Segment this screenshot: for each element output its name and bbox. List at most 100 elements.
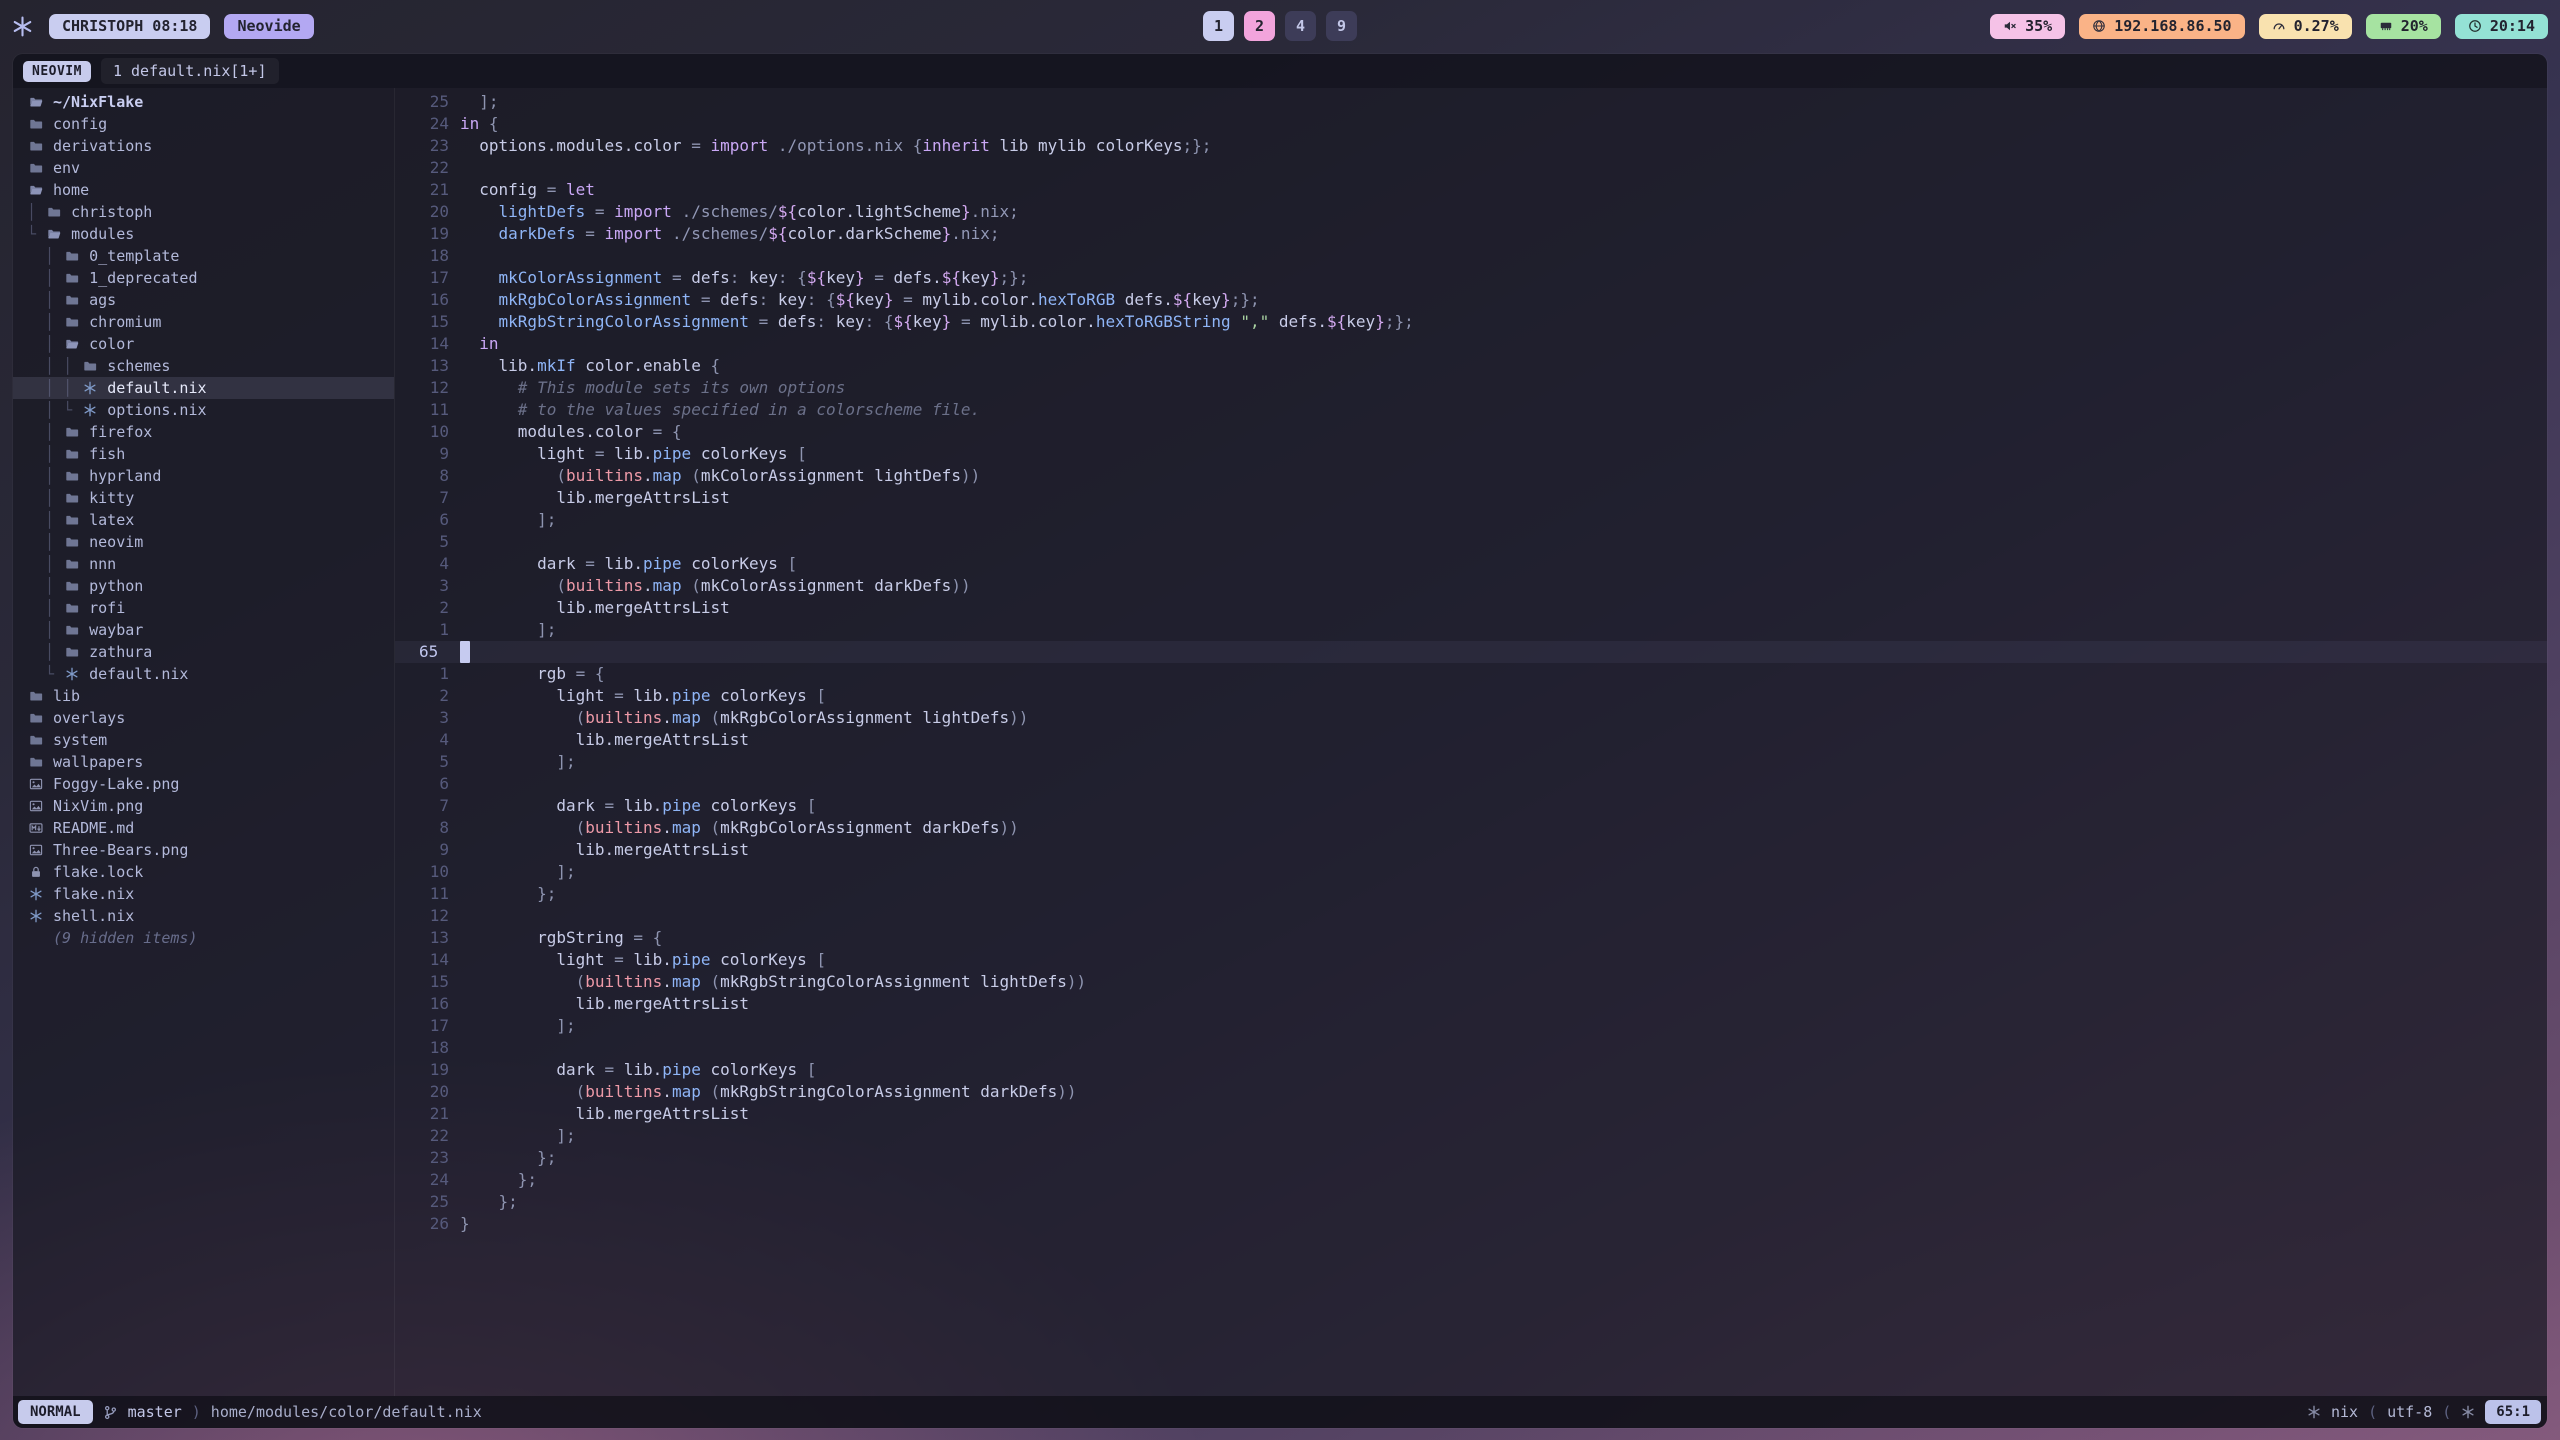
code-line[interactable]: 1 rgb = { bbox=[395, 663, 2547, 685]
code-line[interactable]: 25 ]; bbox=[395, 91, 2547, 113]
code-line[interactable]: 11 }; bbox=[395, 883, 2547, 905]
code-line[interactable]: 1 ]; bbox=[395, 619, 2547, 641]
tree-item-1_deprecated[interactable]: │ 1_deprecated bbox=[13, 267, 394, 289]
code-line[interactable]: 9 lib.mergeAttrsList bbox=[395, 839, 2547, 861]
tree-item-color[interactable]: │ color bbox=[13, 333, 394, 355]
code-line[interactable]: 12 # This module sets its own options bbox=[395, 377, 2547, 399]
code-line[interactable]: 10 modules.color = { bbox=[395, 421, 2547, 443]
tree-item-~-nixflake[interactable]: ~/NixFlake bbox=[13, 91, 394, 113]
code-line[interactable]: 20 lightDefs = import ./schemes/${color.… bbox=[395, 201, 2547, 223]
tree-item-readme.md[interactable]: README.md bbox=[13, 817, 394, 839]
workspace-button-1[interactable]: 1 bbox=[1203, 11, 1234, 41]
workspace-button-4[interactable]: 4 bbox=[1285, 11, 1316, 41]
tree-item-chromium[interactable]: │ chromium bbox=[13, 311, 394, 333]
tree-item-neovim[interactable]: │ neovim bbox=[13, 531, 394, 553]
code-line[interactable]: 21 config = let bbox=[395, 179, 2547, 201]
code-line[interactable]: 23 options.modules.color = import ./opti… bbox=[395, 135, 2547, 157]
code-line[interactable]: 25 }; bbox=[395, 1191, 2547, 1213]
tree-item-wallpapers[interactable]: wallpapers bbox=[13, 751, 394, 773]
code-line[interactable]: 5 ]; bbox=[395, 751, 2547, 773]
tree-item-lib[interactable]: lib bbox=[13, 685, 394, 707]
tree-item-label: firefox bbox=[89, 421, 152, 443]
workspace-button-2[interactable]: 2 bbox=[1244, 11, 1275, 41]
tree-item-modules[interactable]: └ modules bbox=[13, 223, 394, 245]
code-line[interactable]: 6 ]; bbox=[395, 509, 2547, 531]
code-line[interactable]: 24in { bbox=[395, 113, 2547, 135]
tree-item-foggy-lake.png[interactable]: Foggy-Lake.png bbox=[13, 773, 394, 795]
tree-item-options.nix[interactable]: │ └ options.nix bbox=[13, 399, 394, 421]
code-line[interactable]: 21 lib.mergeAttrsList bbox=[395, 1103, 2547, 1125]
tree-item-latex[interactable]: │ latex bbox=[13, 509, 394, 531]
code-line[interactable]: 3 (builtins.map (mkRgbColorAssignment li… bbox=[395, 707, 2547, 729]
tree-item-three-bears.png[interactable]: Three-Bears.png bbox=[13, 839, 394, 861]
code-line[interactable]: 13 rgbString = { bbox=[395, 927, 2547, 949]
code-line[interactable]: 22 bbox=[395, 157, 2547, 179]
code-line[interactable]: 9 light = lib.pipe colorKeys [ bbox=[395, 443, 2547, 465]
tree-item-flake.nix[interactable]: flake.nix bbox=[13, 883, 394, 905]
folder-open-icon bbox=[27, 183, 45, 197]
code-line[interactable]: 17 ]; bbox=[395, 1015, 2547, 1037]
tree-item-nixvim.png[interactable]: NixVim.png bbox=[13, 795, 394, 817]
code-line[interactable]: 18 bbox=[395, 1037, 2547, 1059]
tree-item-firefox[interactable]: │ firefox bbox=[13, 421, 394, 443]
tree-item-flake.lock[interactable]: flake.lock bbox=[13, 861, 394, 883]
code-line[interactable]: 19 dark = lib.pipe colorKeys [ bbox=[395, 1059, 2547, 1081]
code-line[interactable]: 11 # to the values specified in a colors… bbox=[395, 399, 2547, 421]
code-line[interactable]: 3 (builtins.map (mkColorAssignment darkD… bbox=[395, 575, 2547, 597]
tree-item-python[interactable]: │ python bbox=[13, 575, 394, 597]
code-line[interactable]: 14 in bbox=[395, 333, 2547, 355]
tree-item-kitty[interactable]: │ kitty bbox=[13, 487, 394, 509]
code-line[interactable]: 5 bbox=[395, 531, 2547, 553]
code-text: (builtins.map (mkRgbStringColorAssignmen… bbox=[460, 1081, 1077, 1103]
workspace-button-9[interactable]: 9 bbox=[1326, 11, 1357, 41]
tree-item-home[interactable]: home bbox=[13, 179, 394, 201]
code-line[interactable]: 14 light = lib.pipe colorKeys [ bbox=[395, 949, 2547, 971]
tree-item-env[interactable]: env bbox=[13, 157, 394, 179]
code-line[interactable]: 8 (builtins.map (mkRgbColorAssignment da… bbox=[395, 817, 2547, 839]
code-line[interactable]: 2 light = lib.pipe colorKeys [ bbox=[395, 685, 2547, 707]
tree-item-overlays[interactable]: overlays bbox=[13, 707, 394, 729]
code-line[interactable]: 6 bbox=[395, 773, 2547, 795]
code-line[interactable]: 10 ]; bbox=[395, 861, 2547, 883]
tree-item-default.nix[interactable]: │ │ default.nix bbox=[13, 377, 394, 399]
code-line[interactable]: 16 lib.mergeAttrsList bbox=[395, 993, 2547, 1015]
tree-item-derivations[interactable]: derivations bbox=[13, 135, 394, 157]
code-line[interactable]: 18 bbox=[395, 245, 2547, 267]
tree-item-config[interactable]: config bbox=[13, 113, 394, 135]
tree-item-christoph[interactable]: │ christoph bbox=[13, 201, 394, 223]
code-line[interactable]: 22 ]; bbox=[395, 1125, 2547, 1147]
code-line[interactable]: 24 }; bbox=[395, 1169, 2547, 1191]
code-line[interactable]: 20 (builtins.map (mkRgbStringColorAssign… bbox=[395, 1081, 2547, 1103]
tree-item-ags[interactable]: │ ags bbox=[13, 289, 394, 311]
tree-item-shell.nix[interactable]: shell.nix bbox=[13, 905, 394, 927]
code-line[interactable]: 8 (builtins.map (mkColorAssignment light… bbox=[395, 465, 2547, 487]
tab-default-nix[interactable]: 1 default.nix[1+] bbox=[101, 58, 279, 84]
code-line[interactable]: 16 mkRgbColorAssignment = defs: key: {${… bbox=[395, 289, 2547, 311]
code-line[interactable]: 2 lib.mergeAttrsList bbox=[395, 597, 2547, 619]
code-line-current[interactable]: 65 bbox=[395, 641, 2547, 663]
tree-item-fish[interactable]: │ fish bbox=[13, 443, 394, 465]
code-line[interactable]: 23 }; bbox=[395, 1147, 2547, 1169]
code-line[interactable]: 15 mkRgbStringColorAssignment = defs: ke… bbox=[395, 311, 2547, 333]
code-line[interactable]: 12 bbox=[395, 905, 2547, 927]
tree-item-zathura[interactable]: │ zathura bbox=[13, 641, 394, 663]
code-line[interactable]: 17 mkColorAssignment = defs: key: {${key… bbox=[395, 267, 2547, 289]
tree-item-0_template[interactable]: │ 0_template bbox=[13, 245, 394, 267]
tree-item-rofi[interactable]: │ rofi bbox=[13, 597, 394, 619]
code-line[interactable]: 4 lib.mergeAttrsList bbox=[395, 729, 2547, 751]
code-line[interactable]: 26} bbox=[395, 1213, 2547, 1235]
badge-label: 192.168.86.50 bbox=[2114, 19, 2231, 34]
editor-buffer[interactable]: 25 ];24in {23 options.modules.color = im… bbox=[395, 88, 2547, 1396]
tree-item-system[interactable]: system bbox=[13, 729, 394, 751]
tree-item-default.nix[interactable]: └ default.nix bbox=[13, 663, 394, 685]
tree-item-hyprland[interactable]: │ hyprland bbox=[13, 465, 394, 487]
tree-item-waybar[interactable]: │ waybar bbox=[13, 619, 394, 641]
tree-item-nnn[interactable]: │ nnn bbox=[13, 553, 394, 575]
tree-item-schemes[interactable]: │ │ schemes bbox=[13, 355, 394, 377]
code-line[interactable]: 4 dark = lib.pipe colorKeys [ bbox=[395, 553, 2547, 575]
code-line[interactable]: 13 lib.mkIf color.enable { bbox=[395, 355, 2547, 377]
code-line[interactable]: 7 lib.mergeAttrsList bbox=[395, 487, 2547, 509]
code-line[interactable]: 7 dark = lib.pipe colorKeys [ bbox=[395, 795, 2547, 817]
code-line[interactable]: 15 (builtins.map (mkRgbStringColorAssign… bbox=[395, 971, 2547, 993]
code-line[interactable]: 19 darkDefs = import ./schemes/${color.d… bbox=[395, 223, 2547, 245]
